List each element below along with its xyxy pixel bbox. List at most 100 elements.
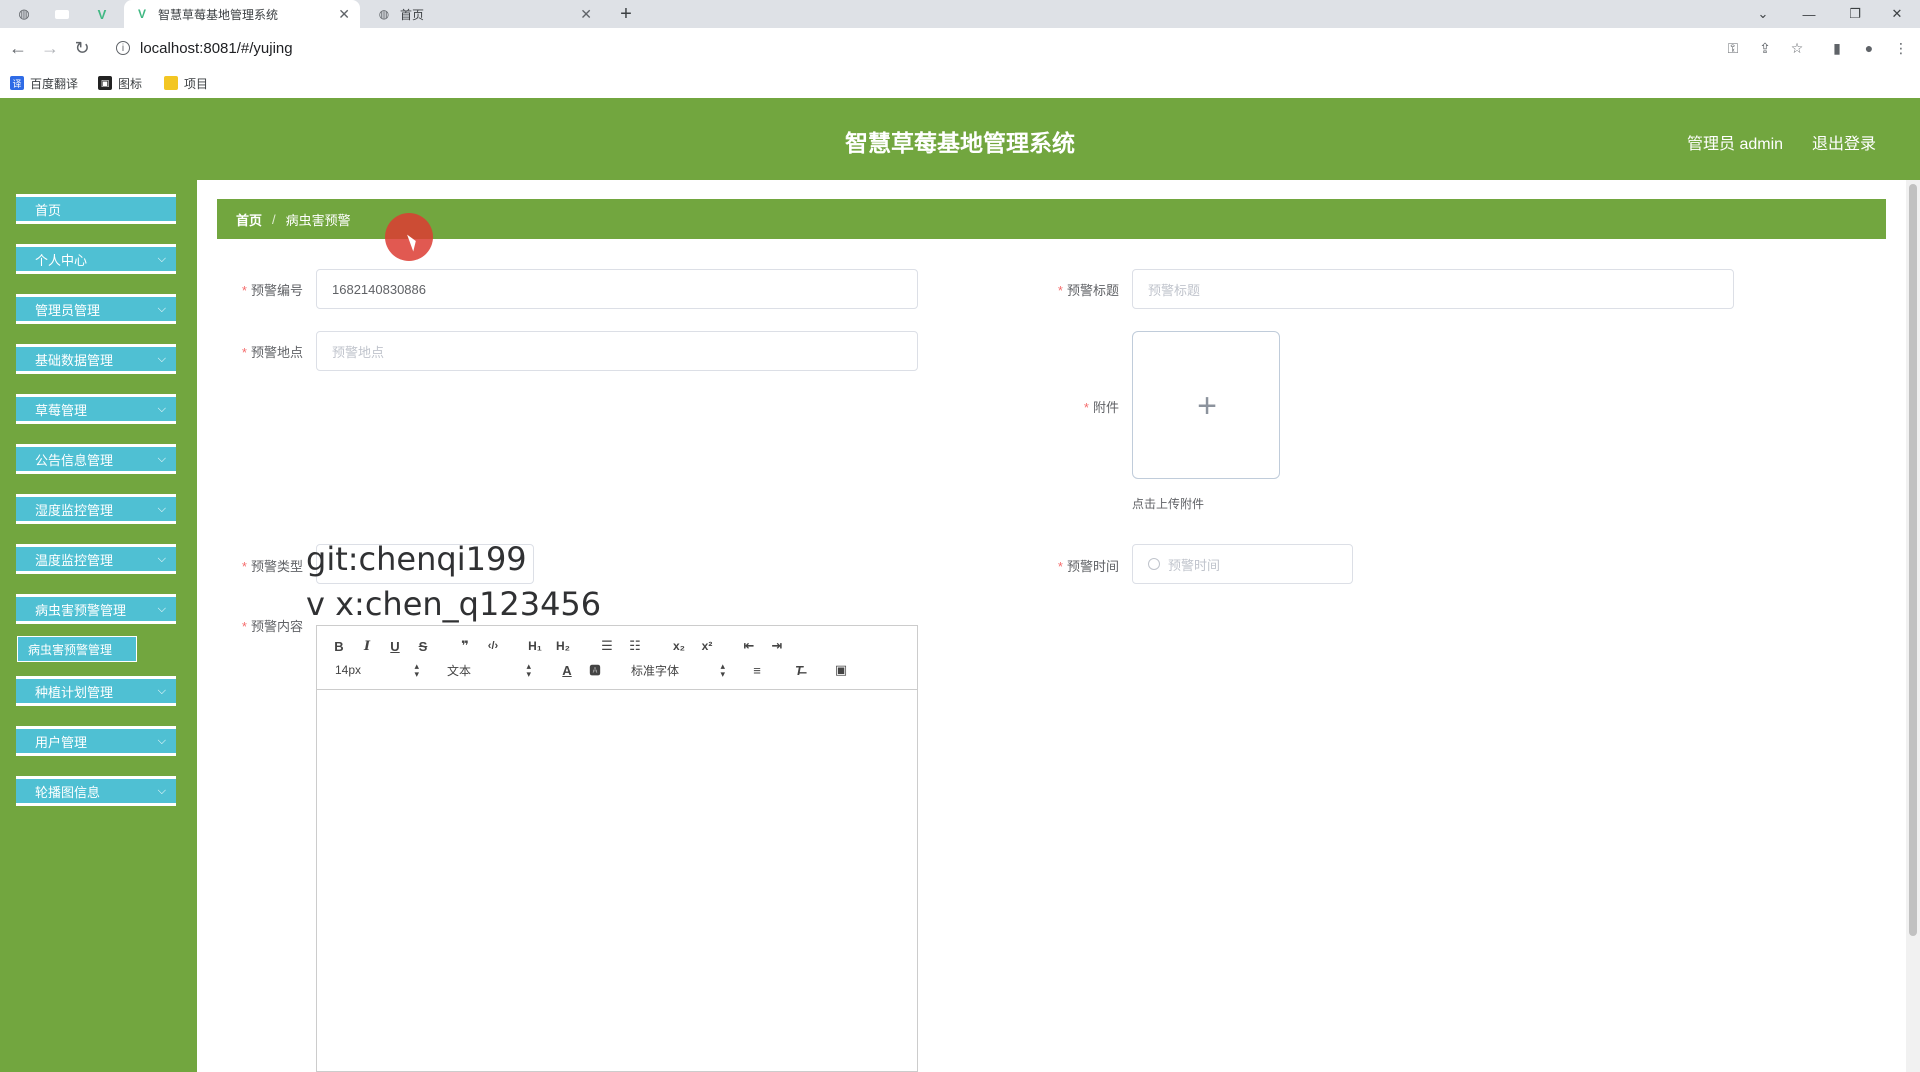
sidebar-item-label: 湿度监控管理 <box>35 502 114 518</box>
underline-icon[interactable]: U <box>383 636 407 656</box>
browser-tab-bar: ◍ V V 智慧草莓基地管理系统 ✕ ◍ 首页 ✕ + ⌄ — ❐ ✕ <box>0 0 1920 28</box>
background-color-icon[interactable]: 🅰 <box>583 660 607 680</box>
ordered-list-icon[interactable]: ☰ <box>595 636 619 656</box>
star-icon[interactable]: ☆ <box>1788 39 1806 57</box>
title-field[interactable]: 预警标题 <box>1132 269 1734 309</box>
restore-button[interactable]: ❐ <box>1832 0 1878 28</box>
align-icon[interactable]: ≡ <box>745 660 769 680</box>
watermark-line1: git:chenqi199 <box>306 540 527 578</box>
location-field[interactable]: 预警地点 <box>316 331 918 371</box>
site-info-icon[interactable]: i <box>116 41 130 55</box>
key-icon[interactable]: ⚿ <box>1724 39 1742 57</box>
insert-image-icon[interactable]: ▣ <box>829 660 853 680</box>
tab-home[interactable]: ◍ 首页 ✕ <box>366 0 602 28</box>
image-icon: ▣ <box>98 76 112 90</box>
minimize-button[interactable]: — <box>1786 0 1832 28</box>
sidebar-item-strawberry[interactable]: 草莓管理 ⌵ <box>16 394 176 424</box>
tab-search-icon[interactable]: ⌄ <box>1740 0 1786 28</box>
tab-title: 首页 <box>400 7 425 22</box>
bullet-list-icon[interactable]: ☷ <box>623 636 647 656</box>
sidebar-item-home[interactable]: 首页 <box>16 194 176 224</box>
forward-icon[interactable]: → <box>38 36 62 60</box>
breadcrumb: 首页 / 病虫害预警 <box>217 199 1886 239</box>
blockquote-icon[interactable]: ❞ <box>453 636 477 656</box>
attachment-label: * 附件 <box>1083 400 1119 415</box>
sidebar-item-planting-plan[interactable]: 种植计划管理 ⌵ <box>16 676 176 706</box>
sidebar-item-label: 种植计划管理 <box>35 684 114 700</box>
indent-icon[interactable]: ⇥ <box>765 636 789 656</box>
font-size-value: 14px <box>335 663 362 677</box>
bookmark-baidu-translate[interactable]: 译 百度翻译 <box>10 74 78 92</box>
chevron-down-icon: ⌵ <box>157 503 166 515</box>
italic-icon[interactable]: I <box>355 636 379 656</box>
sidebar-item-label: 用户管理 <box>35 734 88 750</box>
sidebar-item-announcement[interactable]: 公告信息管理 ⌵ <box>16 444 176 474</box>
back-icon[interactable]: ← <box>6 36 30 60</box>
code-field[interactable]: 1682140830886 <box>316 269 918 309</box>
share-icon[interactable]: ⇪ <box>1756 39 1774 57</box>
clear-format-icon[interactable]: T̶ <box>787 660 811 680</box>
location-label: * 预警地点 <box>241 345 303 360</box>
bookmark-icons[interactable]: ▣ 图标 <box>98 74 142 92</box>
chevron-down-icon: ⌵ <box>157 303 166 315</box>
block-type-value: 文本 <box>447 663 472 678</box>
submenu-item-pest-warning[interactable]: 病虫害预警管理 <box>17 636 137 662</box>
page-scrollbar[interactable] <box>1906 180 1920 1072</box>
chevron-down-icon: ⌵ <box>157 553 166 565</box>
more-icon[interactable]: ⋮ <box>1892 39 1910 57</box>
logout-link[interactable]: 退出登录 <box>1812 130 1876 154</box>
sidebar-item-pest-warning[interactable]: 病虫害预警管理 ⌵ <box>16 594 176 624</box>
sidebar-item-label: 病虫害预警管理 <box>35 602 127 618</box>
code-label: * 预警编号 <box>241 283 303 298</box>
editor-body[interactable] <box>317 690 917 1070</box>
plus-icon: + <box>1197 386 1217 425</box>
blank-tab-icon[interactable] <box>44 0 80 28</box>
address-bar: ← → ↻ i localhost:8081/#/yujing ⚿ ⇪ ☆ ▮ … <box>0 28 1920 68</box>
heading2-icon[interactable]: H₂ <box>551 636 575 656</box>
block-type-select[interactable]: 文本 ▴ ▾ <box>447 660 531 680</box>
chevron-down-icon: ⌵ <box>157 735 166 747</box>
sidebar-item-label: 个人中心 <box>35 252 88 268</box>
tab-active[interactable]: V 智慧草莓基地管理系统 ✕ <box>124 0 360 28</box>
close-icon[interactable]: ✕ <box>338 6 350 23</box>
outdent-icon[interactable]: ⇤ <box>737 636 761 656</box>
sidebar-item-users[interactable]: 用户管理 ⌵ <box>16 726 176 756</box>
sidebar-item-admin[interactable]: 管理员管理 ⌵ <box>16 294 176 324</box>
bookmark-label: 图标 <box>118 76 143 91</box>
sidebar-item-personal-center[interactable]: 个人中心 ⌵ <box>16 244 176 274</box>
tab-title: 智慧草莓基地管理系统 <box>158 7 279 22</box>
sidebar-item-carousel[interactable]: 轮播图信息 ⌵ <box>16 776 176 806</box>
breadcrumb-home[interactable]: 首页 <box>236 210 262 229</box>
bookmark-project[interactable]: 项目 <box>164 74 208 92</box>
close-icon[interactable]: ✕ <box>580 6 592 23</box>
title-placeholder: 预警标题 <box>1148 282 1201 298</box>
sidebar-item-humidity[interactable]: 湿度监控管理 ⌵ <box>16 494 176 524</box>
time-picker[interactable]: 预警时间 <box>1132 544 1353 584</box>
sidebar-item-temperature[interactable]: 温度监控管理 ⌵ <box>16 544 176 574</box>
globe-icon[interactable]: ◍ <box>6 0 42 28</box>
sidebar-item-base-data[interactable]: 基础数据管理 ⌵ <box>16 344 176 374</box>
new-tab-button[interactable]: + <box>612 0 640 28</box>
font-color-icon[interactable]: A <box>555 660 579 680</box>
scrollbar-thumb[interactable] <box>1909 184 1917 936</box>
reload-icon[interactable]: ↻ <box>70 36 94 60</box>
app-title: 智慧草莓基地管理系统 <box>845 130 1075 156</box>
font-size-select[interactable]: 14px ▴ ▾ <box>335 660 419 680</box>
font-family-select[interactable]: 标准字体 ▴ ▾ <box>631 660 725 680</box>
window-close-button[interactable]: ✕ <box>1874 0 1920 28</box>
code-block-icon[interactable]: ‹/› <box>481 636 505 656</box>
attachment-upload[interactable]: + <box>1132 331 1280 479</box>
superscript-icon[interactable]: x² <box>695 636 719 656</box>
chevron-down-icon: ⌵ <box>157 785 166 797</box>
profile-icon[interactable]: ● <box>1860 39 1878 57</box>
subscript-icon[interactable]: x₂ <box>667 636 691 656</box>
location-placeholder: 预警地点 <box>332 344 385 360</box>
side-panel-icon[interactable]: ▮ <box>1828 39 1846 57</box>
heading1-icon[interactable]: H₁ <box>523 636 547 656</box>
strikethrough-icon[interactable]: S <box>411 636 435 656</box>
bold-icon[interactable]: B <box>327 636 351 656</box>
url-field[interactable]: i localhost:8081/#/yujing <box>108 34 1748 62</box>
code-value: 1682140830886 <box>332 281 426 297</box>
rich-text-editor[interactable]: B I U S ❞ ‹/› H₁ H₂ ☰ ☷ x₂ x² ⇤ ⇥ 14px ▴… <box>316 625 918 1072</box>
vue-logo-icon[interactable]: V <box>84 0 120 28</box>
